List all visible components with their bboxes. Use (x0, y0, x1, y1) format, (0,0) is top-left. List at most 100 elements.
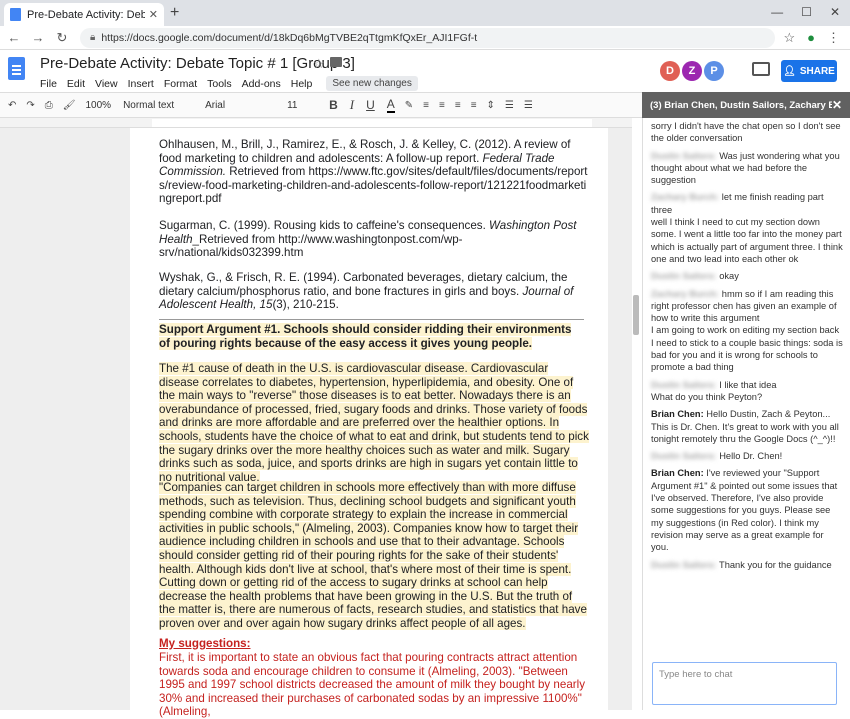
share-button[interactable]: 👤︎ SHARE (781, 60, 837, 82)
chat-message: Brian Chen: I've reviewed your "Support … (651, 467, 843, 553)
document-title[interactable]: Pre-Debate Activity: Debate Topic # 1 [G… (40, 55, 355, 72)
reload-icon[interactable]: ↻ (52, 30, 72, 46)
font-size-select[interactable]: 11 (287, 100, 317, 111)
menu-format[interactable]: Format (164, 78, 197, 90)
underline-icon[interactable]: U (366, 98, 375, 112)
menu-help[interactable]: Help (291, 78, 313, 90)
chat-sender: Dustin Sailors: (651, 559, 717, 570)
justify-icon[interactable]: ≡ (471, 100, 477, 111)
highlight-icon[interactable]: ✎ (405, 100, 413, 111)
chat-icon[interactable] (752, 62, 770, 76)
suggestions-heading[interactable]: My suggestions: (159, 637, 589, 651)
reference-entry[interactable]: Wyshak, G., & Frisch, R. E. (1994). Carb… (159, 271, 589, 312)
chat-sender: Zachary Burch: (651, 192, 720, 203)
chat-text: Hello Dr. Chen! (719, 451, 783, 462)
close-window-icon[interactable]: ✕ (830, 5, 840, 19)
text-color-icon[interactable]: A (386, 97, 395, 113)
share-label: SHARE (799, 65, 835, 77)
lock-icon: 🔒︎ (90, 32, 96, 43)
undo-icon[interactable]: ↶ (8, 100, 16, 111)
horizontal-rule (159, 319, 584, 320)
menu-insert[interactable]: Insert (128, 78, 154, 90)
chat-sender: Zachary Burch: (651, 288, 720, 299)
bulleted-list-icon[interactable]: ☰ (524, 100, 533, 111)
chat-message: Dustin Sailors: Was just wondering what … (651, 150, 843, 187)
chat-message: Brian Chen: Hello Dustin, Zach & Peyton.… (651, 408, 843, 445)
chat-text: okay (719, 271, 739, 282)
align-center-icon[interactable]: ≡ (439, 100, 445, 111)
italic-icon[interactable]: I (350, 97, 354, 113)
paint-format-icon[interactable]: 🖌︎ (63, 100, 76, 111)
chat-text: hmm so if I am reading this right profes… (651, 288, 843, 373)
align-left-icon[interactable]: ≡ (423, 100, 429, 111)
chat-messages: sorry I didn't have the chat open so I d… (651, 120, 843, 576)
style-select[interactable]: Normal text (123, 100, 193, 111)
window-controls: — ☐ ✕ (771, 5, 840, 19)
align-right-icon[interactable]: ≡ (455, 100, 461, 111)
close-tab-icon[interactable]: ✕ (149, 8, 158, 21)
chat-message: Dustin Sailors: Hello Dr. Chen! (651, 450, 843, 462)
close-chat-icon[interactable]: ✕ (832, 98, 842, 112)
see-new-changes-button[interactable]: See new changes (326, 76, 418, 91)
chat-sender: Dustin Sailors: (651, 379, 717, 390)
reference-entry[interactable]: Ohlhausen, M., Brill, J., Ramirez, E., &… (159, 138, 589, 206)
navigation-bar: ← → ↻ 🔒︎ https://docs.google.com/documen… (0, 26, 850, 50)
menu-icon[interactable]: ⋮ (827, 30, 840, 46)
folder-icon[interactable] (330, 57, 342, 67)
chat-text: Thank you for the guidance (719, 559, 832, 570)
extension-icon[interactable]: ● (807, 30, 815, 46)
chat-sender: Brian Chen: (651, 468, 704, 479)
argument-paragraph[interactable]: "Companies can target children in school… (159, 481, 589, 631)
chat-text: I've reviewed your "Support Argument #1"… (651, 468, 838, 553)
avatar[interactable]: Z (682, 61, 702, 81)
chat-sender: Brian Chen: (651, 409, 704, 420)
minimize-icon[interactable]: — (771, 5, 783, 19)
chat-text: sorry I didn't have the chat open so I d… (651, 121, 841, 144)
argument-paragraph[interactable]: The #1 cause of death in the U.S. is car… (159, 362, 589, 484)
chat-message: Dustin Sailors: I like that idea What do… (651, 379, 843, 404)
chat-text: let me finish reading part three well I … (651, 192, 843, 264)
numbered-list-icon[interactable]: ☰ (505, 100, 514, 111)
star-icon[interactable]: ☆ (313, 56, 325, 72)
redo-icon[interactable]: ↷ (26, 100, 34, 111)
bookmark-star-icon[interactable]: ☆ (783, 30, 795, 46)
chat-message: Zachary Burch: let me finish reading par… (651, 191, 843, 265)
menu-tools[interactable]: Tools (207, 78, 232, 90)
font-select[interactable]: Arial (205, 100, 275, 111)
menu-edit[interactable]: Edit (67, 78, 85, 90)
chat-input[interactable]: Type here to chat (652, 662, 837, 705)
chat-message: sorry I didn't have the chat open so I d… (651, 120, 843, 145)
avatar[interactable]: D (660, 61, 680, 81)
avatar[interactable]: P (704, 61, 724, 81)
argument-heading[interactable]: Support Argument #1. Schools should cons… (159, 323, 579, 350)
chat-message: Dustin Sailors: Thank you for the guidan… (651, 559, 843, 571)
address-bar[interactable]: 🔒︎ https://docs.google.com/document/d/18… (80, 27, 776, 48)
chat-message: Dustin Sailors: okay (651, 270, 843, 282)
browser-tab[interactable]: Pre-Debate Activity: Debate Topic ✕ (4, 3, 164, 26)
forward-icon[interactable]: → (28, 30, 48, 45)
ruler-margin (152, 119, 592, 127)
bold-icon[interactable]: B (329, 98, 338, 112)
chat-header: (3) Brian Chen, Dustin Sailors, Zachary … (642, 92, 850, 118)
line-spacing-icon[interactable]: ⇕ (487, 100, 495, 111)
menu-addons[interactable]: Add-ons (242, 78, 281, 90)
reference-entry[interactable]: Sugarman, C. (1999). Rousing kids to caf… (159, 219, 589, 260)
formatting-toolbar: ↶ ↷ ⎙ 🖌︎ 100% Normal text Arial 11 B I U… (0, 92, 642, 118)
docs-logo-icon[interactable] (8, 57, 25, 80)
new-tab-button[interactable]: + (170, 4, 179, 22)
menu-view[interactable]: View (95, 78, 118, 90)
print-icon[interactable]: ⎙ (45, 100, 53, 111)
chat-message: Zachary Burch: hmm so if I am reading th… (651, 288, 843, 374)
zoom-select[interactable]: 100% (85, 100, 111, 111)
chat-sender: Dustin Sailors: (651, 271, 717, 282)
menu-file[interactable]: File (40, 78, 57, 90)
url-text: https://docs.google.com/document/d/18kDq… (101, 31, 478, 44)
docs-favicon-icon (10, 8, 21, 21)
maximize-icon[interactable]: ☐ (801, 5, 812, 19)
tab-title: Pre-Debate Activity: Debate Topic (27, 8, 145, 21)
back-icon[interactable]: ← (4, 30, 24, 45)
menu-bar: File Edit View Insert Format Tools Add-o… (40, 76, 418, 91)
person-add-icon: 👤︎ (783, 65, 796, 77)
suggestions-paragraph[interactable]: First, it is important to state an obvio… (159, 651, 589, 719)
vertical-scrollbar[interactable] (633, 295, 639, 335)
